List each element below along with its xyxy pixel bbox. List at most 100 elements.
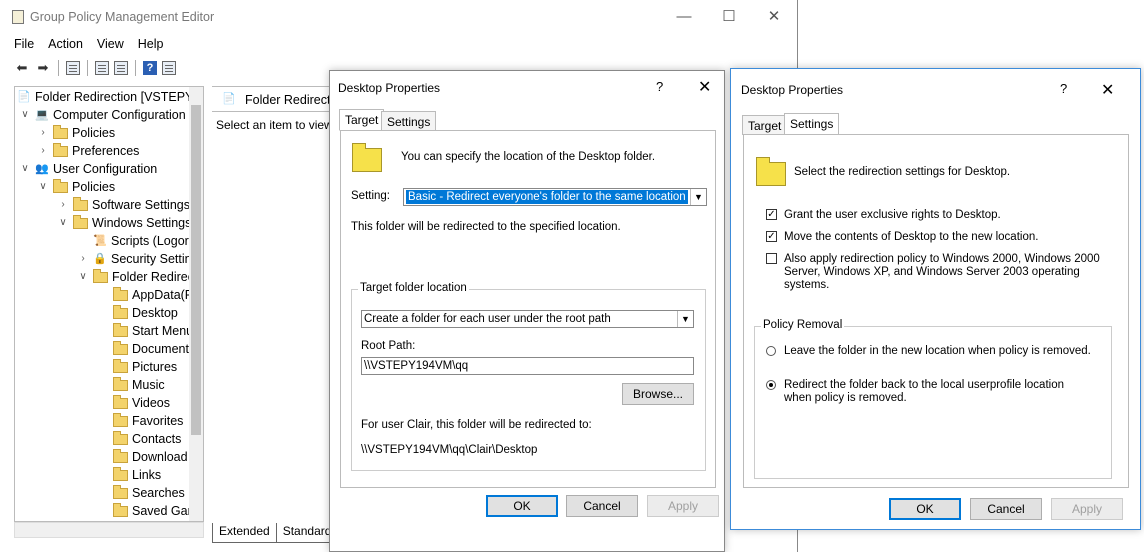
tree-item-start-menu[interactable]: Start Menu (113, 322, 193, 340)
settings-tab-panel: Select the redirection settings for Desk… (743, 134, 1129, 488)
menu-help[interactable]: Help (138, 37, 164, 51)
location-dropdown[interactable]: Create a folder for each user under the … (361, 310, 694, 328)
redirect-back-radio[interactable] (766, 380, 776, 390)
tab-target[interactable]: Target (742, 115, 788, 135)
tree-item-downloads[interactable]: Download (113, 448, 188, 466)
tree-item-videos[interactable]: Videos (113, 394, 170, 412)
tree-item-user-configuration[interactable]: ∨ 👥 User Configuration (19, 160, 157, 178)
gpo-icon: 📄 (17, 90, 31, 103)
root-path-input[interactable]: \\VSTEPY194VM\qq (361, 357, 694, 375)
folder-icon (73, 214, 88, 229)
legacy-policy-label: Also apply redirection policy to Windows… (784, 253, 1100, 291)
tree-item-appdata[interactable]: AppData(F (113, 286, 192, 304)
folder-icon (113, 412, 128, 427)
maximize-button[interactable]: ☐ (719, 8, 739, 26)
details-header: 📄 Folder Redirecti (212, 86, 334, 112)
tree-horizontal-scrollbar[interactable] (14, 522, 204, 538)
tree-item-user-policies[interactable]: ∨ Policies (37, 178, 115, 196)
tree-vertical-scrollbar[interactable] (189, 87, 203, 521)
group-title: Target folder location (358, 282, 469, 294)
ok-button[interactable]: OK (486, 495, 558, 517)
folder-icon (113, 376, 128, 391)
details-title: Folder Redirecti (245, 93, 334, 107)
folder-icon (756, 157, 786, 186)
tree-root[interactable]: 📄 Folder Redirection [VSTEPY1 (17, 88, 200, 106)
browse-button[interactable]: Browse... (622, 383, 694, 405)
tree-item-documents[interactable]: Document (113, 340, 189, 358)
tab-settings[interactable]: Settings (784, 113, 840, 135)
exclusive-rights-checkbox[interactable]: ✓ (766, 209, 777, 220)
tree-item-saved-games[interactable]: Saved Gan (113, 502, 195, 520)
move-contents-label: Move the contents of Desktop to the new … (784, 231, 1039, 243)
minimize-button[interactable]: — (674, 8, 694, 26)
chevron-down-icon: ∨ (21, 109, 29, 120)
tree-item-security-settings[interactable]: › 🔒 Security Settin (77, 250, 191, 268)
export-list-icon[interactable] (114, 61, 128, 75)
view-icon[interactable] (162, 61, 176, 75)
folder-icon (113, 466, 128, 481)
tree-item-music[interactable]: Music (113, 376, 165, 394)
properties-icon[interactable] (95, 61, 109, 75)
tree-item-windows-settings[interactable]: ∨ Windows Settings (57, 214, 191, 232)
move-contents-checkbox[interactable]: ✓ (766, 231, 777, 242)
folder-icon (113, 304, 128, 319)
close-button[interactable]: ✕ (698, 77, 711, 97)
details-message: Select an item to view (216, 118, 333, 132)
user-redirect-note: For user Clair, this folder will be redi… (361, 419, 592, 431)
folder-icon (113, 430, 128, 445)
group-title: Policy Removal (761, 319, 845, 331)
scroll-thumb[interactable] (191, 105, 201, 435)
tree-item-policies[interactable]: › Policies (37, 124, 115, 142)
tree-item-contacts[interactable]: Contacts (113, 430, 181, 448)
tree-item-searches[interactable]: Searches (113, 484, 185, 502)
show-tree-icon[interactable] (66, 61, 80, 75)
chevron-right-icon: › (41, 145, 45, 156)
intro-text: You can specify the location of the Desk… (401, 151, 656, 163)
chevron-right-icon: › (81, 253, 85, 264)
desktop-properties-settings-dialog: Desktop Properties ? ✕ Target Settings S… (730, 68, 1141, 530)
cancel-button[interactable]: Cancel (970, 498, 1042, 520)
folder-icon (113, 286, 128, 301)
close-button[interactable]: ✕ (764, 8, 784, 26)
apply-button[interactable]: Apply (1051, 498, 1123, 520)
cancel-button[interactable]: Cancel (566, 495, 638, 517)
folder-icon (352, 143, 382, 172)
tree-item-scripts[interactable]: 📜 Scripts (Logor (77, 232, 189, 250)
tree-item-computer-configuration[interactable]: ∨ 💻 Computer Configuration (19, 106, 185, 124)
close-button[interactable]: ✕ (1101, 80, 1114, 100)
menu-file[interactable]: File (14, 37, 34, 51)
chevron-down-icon: ▼ (690, 189, 706, 205)
menu-action[interactable]: Action (48, 37, 83, 51)
forward-arrow-icon[interactable]: ➡ (35, 60, 51, 76)
legacy-policy-checkbox[interactable] (766, 253, 777, 264)
setting-label: Setting: (351, 190, 390, 202)
desktop-properties-target-dialog: Desktop Properties ? ✕ Target Settings Y… (329, 70, 725, 552)
setting-dropdown[interactable]: Basic - Redirect everyone's folder to th… (403, 188, 707, 206)
target-tab-panel: You can specify the location of the Desk… (340, 130, 716, 488)
tab-extended[interactable]: Extended (212, 523, 277, 543)
menu-view[interactable]: View (97, 37, 124, 51)
tree-item-folder-redirection[interactable]: ∨ Folder Redirec (77, 268, 194, 286)
navigation-tree[interactable]: 📄 Folder Redirection [VSTEPY1 ∨ 💻 Computer… (14, 86, 204, 522)
help-button[interactable]: ? (1060, 81, 1067, 96)
root-path-label: Root Path: (361, 340, 416, 352)
tree-item-favorites[interactable]: Favorites (113, 412, 183, 430)
back-arrow-icon[interactable]: ⬅ (14, 60, 30, 76)
tab-target[interactable]: Target (339, 109, 385, 131)
tree-item-links[interactable]: Links (113, 466, 161, 484)
help-button[interactable]: ? (656, 79, 663, 94)
tree-item-software-settings[interactable]: › Software Settings (57, 196, 190, 214)
target-folder-location-group: Target folder location Create a folder f… (351, 282, 706, 471)
folder-icon (113, 358, 128, 373)
leave-folder-radio[interactable] (766, 346, 776, 356)
tree-item-desktop[interactable]: Desktop (113, 304, 178, 322)
tree-item-preferences[interactable]: › Preferences (37, 142, 139, 160)
intro-text: Select the redirection settings for Desk… (794, 166, 1011, 178)
tab-settings[interactable]: Settings (381, 111, 437, 131)
apply-button[interactable]: Apply (647, 495, 719, 517)
tree-item-pictures[interactable]: Pictures (113, 358, 177, 376)
ok-button[interactable]: OK (889, 498, 961, 520)
chevron-down-icon: ∨ (79, 271, 87, 282)
help-icon[interactable]: ? (143, 61, 157, 75)
folder-icon (113, 484, 128, 499)
